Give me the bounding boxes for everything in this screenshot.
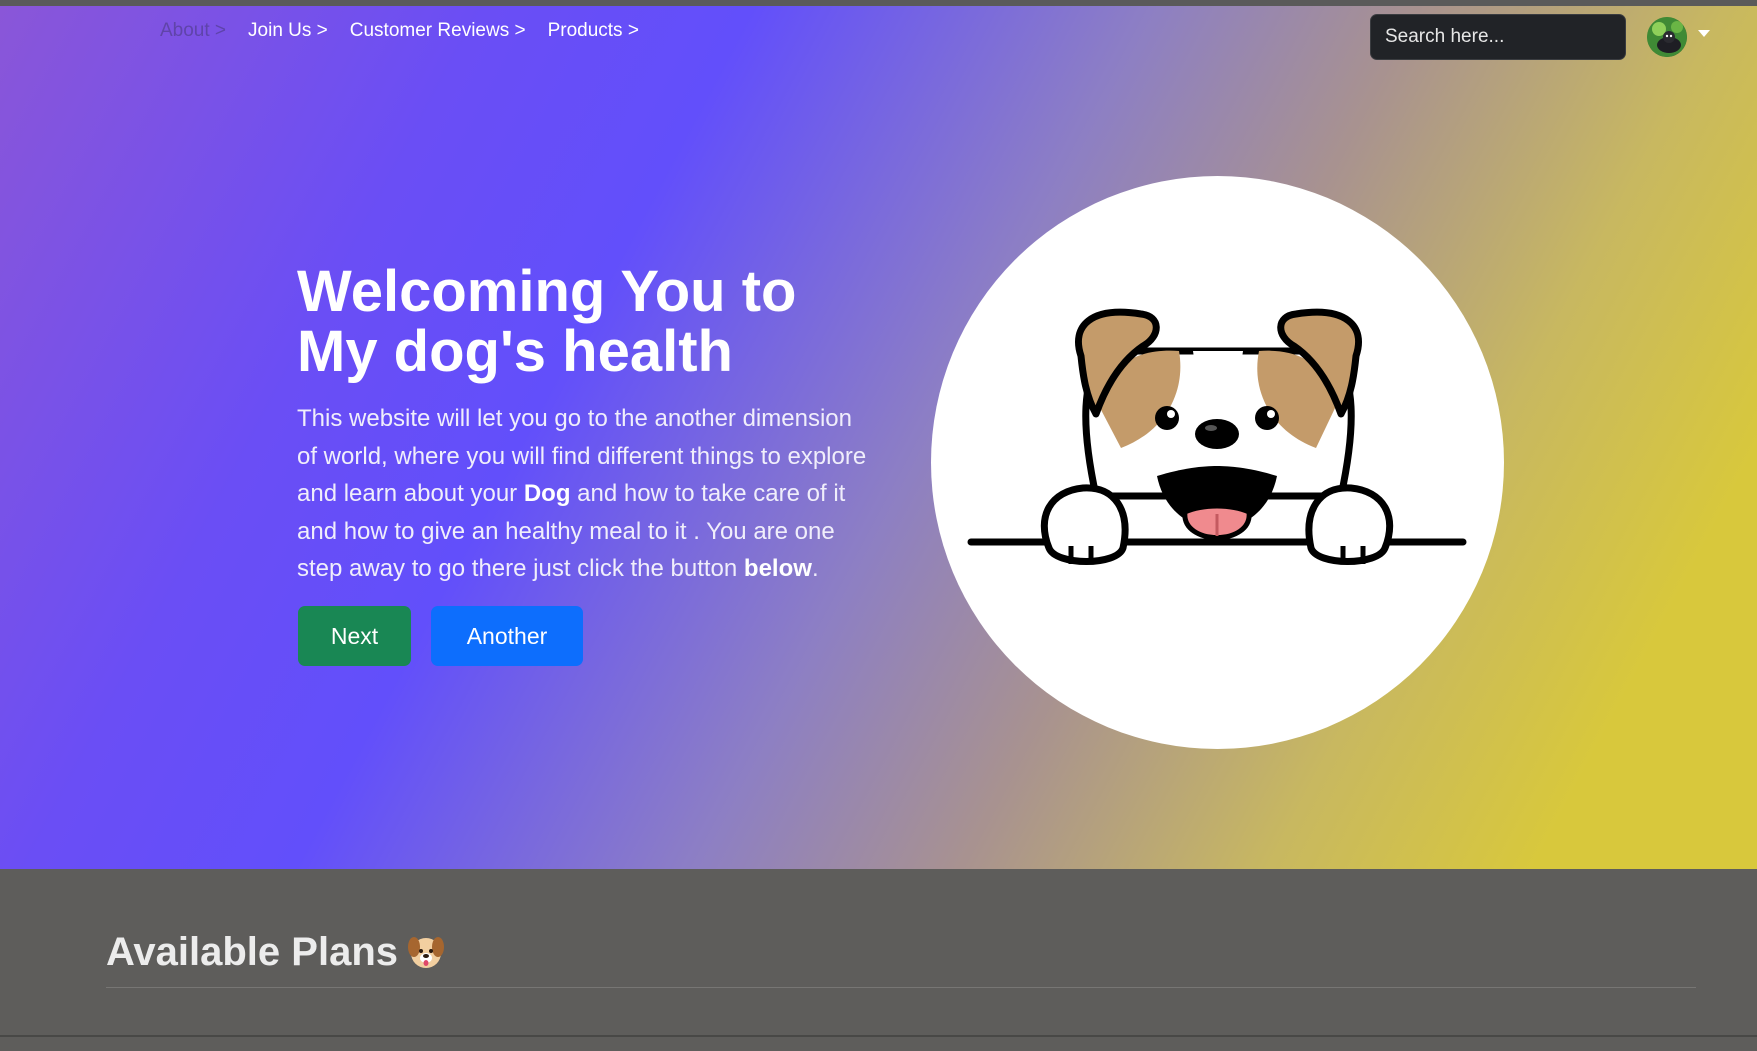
avatar[interactable] <box>1647 17 1687 57</box>
available-plans-title: Available Plans <box>106 930 398 974</box>
nav-links: About > Join Us > Customer Reviews > Pro… <box>160 6 661 56</box>
hero-image <box>931 176 1504 749</box>
hero-title: Welcoming You to My dog's health <box>297 262 897 382</box>
nav-link-customer-reviews[interactable]: Customer Reviews > <box>350 20 526 42</box>
user-avatar-icon <box>1647 17 1687 57</box>
hero-title-line2: My dog's health <box>297 319 733 384</box>
nav-link-about[interactable]: About > <box>160 20 226 42</box>
navbar: About > Join Us > Customer Reviews > Pro… <box>0 6 1757 60</box>
next-button[interactable]: Next <box>298 606 411 666</box>
plans-divider <box>106 987 1696 988</box>
hero-text-bold-dog: Dog <box>523 480 571 507</box>
search-input[interactable] <box>1370 14 1626 60</box>
hero-text-bold-below: below <box>743 555 812 582</box>
another-button[interactable]: Another <box>431 606 583 666</box>
nav-link-products[interactable]: Products > <box>548 20 639 42</box>
dog-face-icon <box>967 308 1467 565</box>
hero-text-end: . <box>811 555 819 582</box>
hero-description: This website will let you go to the anot… <box>297 400 877 588</box>
bottom-divider <box>0 1035 1757 1037</box>
hero-title-line1: Welcoming You to <box>297 259 797 324</box>
dropdown-caret-icon[interactable] <box>1698 30 1710 37</box>
dog-emoji-svg <box>408 937 444 968</box>
available-plans-heading: Available Plans <box>106 930 446 975</box>
nav-link-join-us[interactable]: Join Us > <box>248 20 328 42</box>
dog-face-emoji-icon <box>406 931 446 971</box>
